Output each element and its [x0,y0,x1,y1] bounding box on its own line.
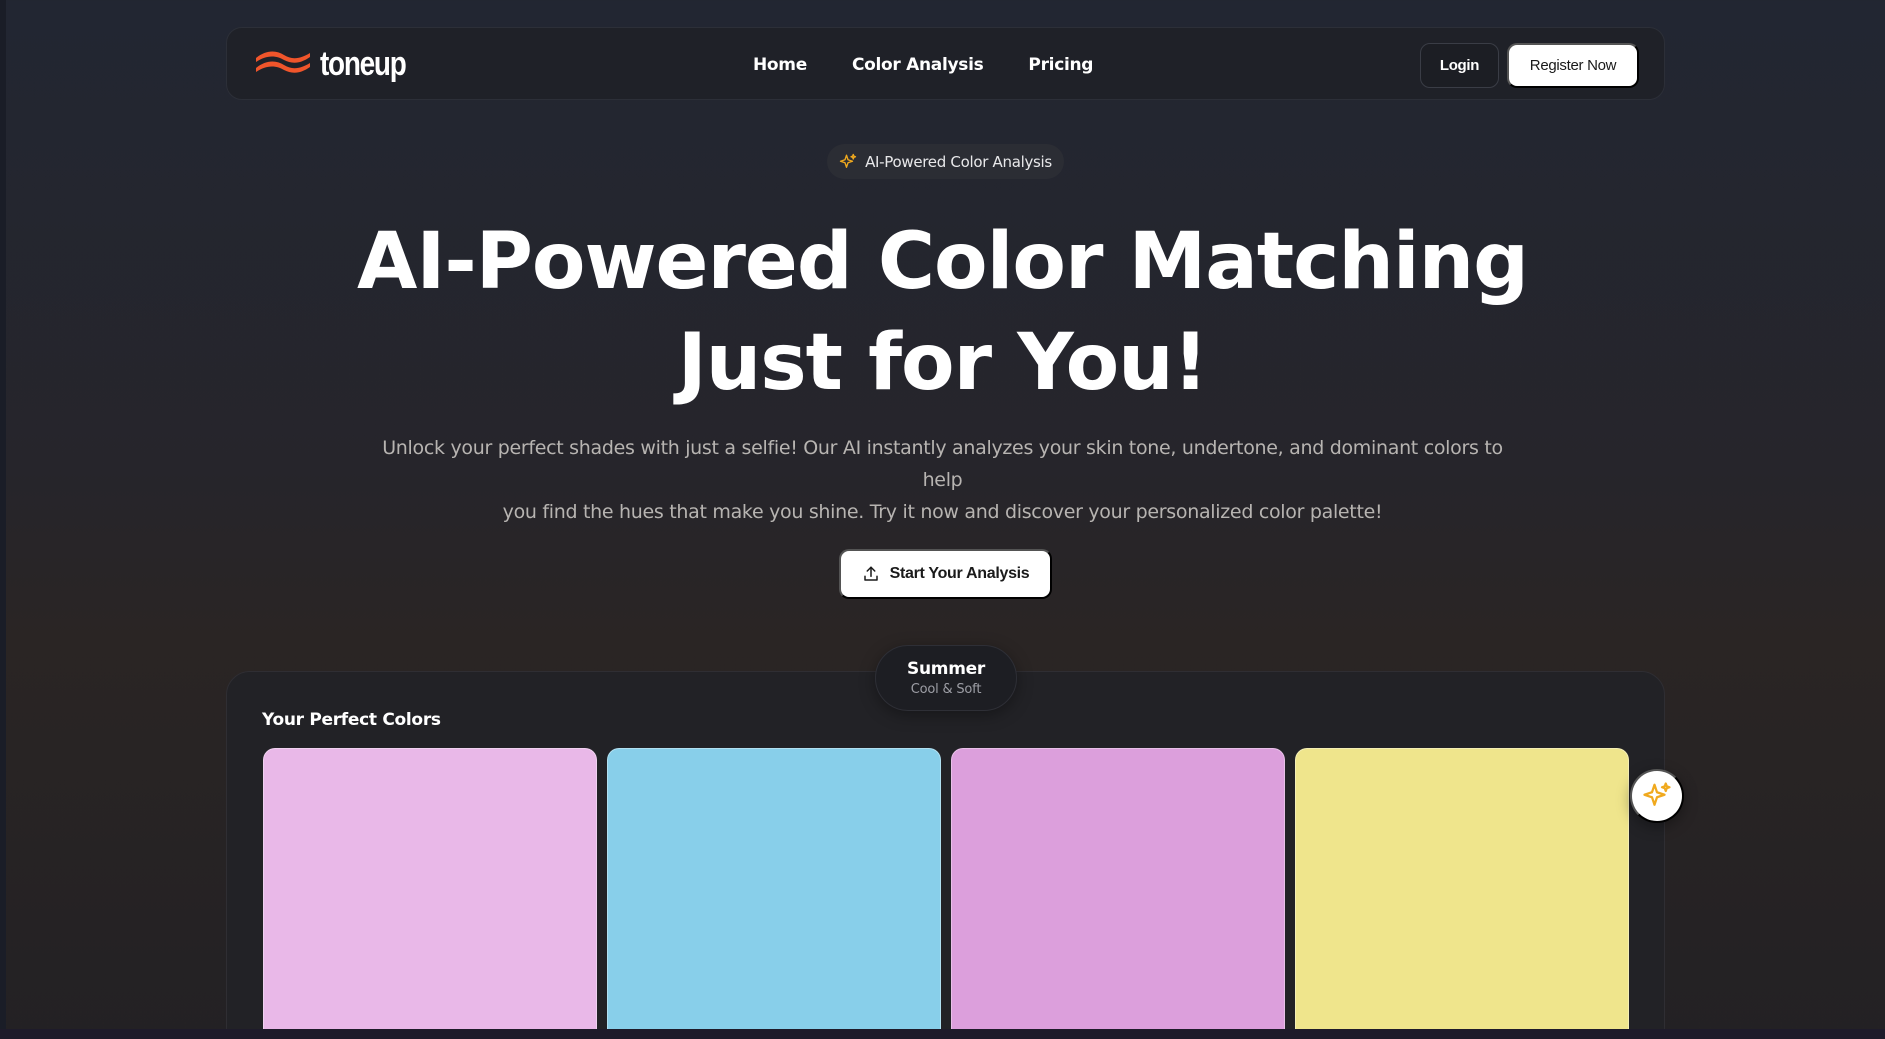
upload-icon [863,566,878,581]
nav-link-pricing[interactable]: Pricing [1028,55,1093,75]
nav-link-home[interactable]: Home [753,55,807,75]
color-swatch[interactable] [951,748,1285,1039]
hero-title-line-2: Just for You! [677,318,1209,408]
start-analysis-label: Start Your Analysis [889,565,1030,582]
season-name: Summer [907,659,985,679]
hero-description-line-2: you find the hues that make you shine. T… [502,501,1383,523]
ai-assistant-button[interactable] [1630,769,1684,823]
palette-title: Your Perfect Colors [262,710,441,730]
register-button[interactable]: Register Now [1507,43,1639,88]
season-pill: Summer Cool & Soft [875,645,1017,711]
window-bottom-edge [0,1029,1885,1039]
login-button[interactable]: Login [1420,43,1499,88]
main-nav: Home Color Analysis Pricing [753,28,1093,101]
color-swatch[interactable] [1295,748,1629,1039]
hero-title-line-1: AI-Powered Color Matching [356,217,1529,307]
brand-logo[interactable]: toneup [254,44,424,84]
waves-logo-icon [256,51,310,73]
window-edge [0,0,6,1039]
brand-name: toneup [320,44,407,83]
ai-badge: AI-Powered Color Analysis [827,144,1064,179]
sparkle-icon [839,153,857,168]
season-subtitle: Cool & Soft [910,682,982,697]
start-analysis-button[interactable]: Start Your Analysis [839,549,1052,599]
hero-description: Unlock your perfect shades with just a s… [370,432,1515,528]
hero-description-line-1: Unlock your perfect shades with just a s… [382,437,1503,491]
hero-title: AI-Powered Color Matching Just for You! [300,212,1585,414]
color-swatch[interactable] [263,748,597,1039]
badge-label: AI-Powered Color Analysis [865,152,1052,171]
nav-link-color-analysis[interactable]: Color Analysis [852,55,984,75]
color-swatch[interactable] [607,748,941,1039]
top-navbar: toneup Home Color Analysis Pricing Login… [226,27,1665,100]
sparkle-icon [1643,782,1671,806]
